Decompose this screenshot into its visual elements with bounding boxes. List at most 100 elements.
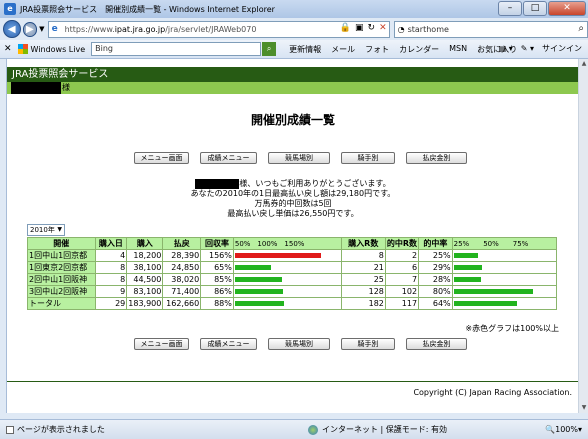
bing-search-input[interactable]: Bing ⌕ bbox=[91, 42, 277, 56]
hit-rate-bar bbox=[451, 273, 558, 286]
name: トータル bbox=[27, 297, 96, 310]
purchase-amount: 183,900 bbox=[126, 297, 164, 310]
internet-zone-icon bbox=[308, 424, 318, 435]
zone-indicator[interactable]: インターネット | 保護モード: 有効 bbox=[308, 424, 447, 435]
lock-icon[interactable]: 🔒 bbox=[340, 23, 351, 33]
history-dropdown-icon[interactable]: ▼ bbox=[39, 25, 44, 33]
year-select[interactable]: 2010年 ▼ bbox=[27, 224, 65, 236]
col-header: 購入 bbox=[126, 237, 164, 250]
menu-button[interactable]: メニュー画面 bbox=[134, 338, 189, 350]
name: 1回中山1回京都 bbox=[27, 249, 96, 262]
by-payout-button[interactable]: 払戻金別 bbox=[406, 152, 467, 164]
return-rate: 86% bbox=[200, 285, 234, 298]
col-header: 的中率 bbox=[418, 237, 453, 250]
chevron-down-icon: ▼ bbox=[57, 226, 62, 233]
tools-menu-icon[interactable]: ✎ ▾ bbox=[521, 44, 534, 53]
vertical-scrollbar[interactable]: ▲ ▼ bbox=[578, 59, 588, 413]
bing-search-go-icon[interactable]: ⌕ bbox=[262, 42, 277, 56]
races-purchased: 8 bbox=[340, 249, 386, 262]
service-banner: JRA投票照会サービス bbox=[7, 67, 578, 82]
user-suffix: 様 bbox=[62, 83, 70, 92]
by-payout-button[interactable]: 払戻金別 bbox=[406, 338, 467, 350]
fav-link[interactable]: MSN bbox=[449, 44, 467, 55]
search-icon[interactable]: ⌕ bbox=[578, 23, 584, 34]
zoom-icon: 🔍 bbox=[545, 425, 556, 434]
favbar-right: ▤ ▾ ✎ ▾ サインイン bbox=[491, 43, 582, 54]
status-bar: ページが表示されました インターネット | 保護モード: 有効 🔍 100% ▾ bbox=[0, 419, 588, 439]
races-purchased: 128 bbox=[340, 285, 386, 298]
address-url: https://www.ipat.jra.go.jp/jra/servlet/J… bbox=[64, 24, 257, 34]
chart-note: ※赤色グラフは100%以上 bbox=[465, 324, 559, 333]
address-bar[interactable]: e https://www.ipat.jra.go.jp/jra/servlet… bbox=[47, 20, 390, 38]
refresh-icon[interactable]: ↻ bbox=[368, 23, 376, 33]
status-left: ページが表示されました bbox=[0, 424, 296, 435]
results-menu-button[interactable]: 成績メニュー bbox=[200, 338, 257, 350]
by-jockey-button[interactable]: 騎手別 bbox=[341, 152, 395, 164]
purchase-amount: 38,100 bbox=[126, 261, 164, 274]
payout-amount: 38,020 bbox=[162, 273, 202, 286]
by-racecourse-button[interactable]: 競馬場別 bbox=[268, 152, 330, 164]
zoom-control[interactable]: 🔍 100% ▾ bbox=[545, 425, 582, 434]
return-rate-bar bbox=[232, 261, 342, 274]
purchase-days: 4 bbox=[94, 249, 128, 262]
windows-live-button[interactable]: Windows Live bbox=[17, 44, 85, 54]
fav-link[interactable]: フォト bbox=[365, 44, 389, 55]
col-header: 購入R数 bbox=[340, 237, 386, 250]
return-rate-bar-fill bbox=[234, 301, 284, 306]
purchase-amount: 18,200 bbox=[126, 249, 164, 262]
search-provider-icon: ◔ bbox=[397, 24, 405, 34]
return-rate-bar bbox=[232, 249, 342, 262]
table-row: トータル 29 183,900 162,660 88% 182 117 64% bbox=[27, 297, 558, 310]
hit-rate-bar bbox=[451, 249, 558, 262]
close-button[interactable]: ✕ bbox=[548, 1, 586, 16]
scroll-down-icon[interactable]: ▼ bbox=[579, 403, 588, 413]
window-title: JRA投票照会サービス 開催別成績一覧 - Windows Internet E… bbox=[20, 4, 275, 14]
results-menu-button[interactable]: 成績メニュー bbox=[200, 152, 257, 164]
hit-rate-bar-fill bbox=[453, 265, 483, 270]
page-content: JRA投票照会サービス 様 開催別成績一覧 メニュー画面 成績メニュー 競馬場別… bbox=[6, 59, 578, 413]
races-hit: 7 bbox=[384, 273, 420, 286]
compat-view-icon[interactable]: ▣ bbox=[355, 23, 364, 33]
races-hit: 102 bbox=[384, 285, 420, 298]
forward-button[interactable]: ▶ bbox=[22, 21, 38, 37]
hit-rate: 64% bbox=[418, 297, 453, 310]
top-button-row: メニュー画面 成績メニュー 競馬場別 騎手別 払戻金別 bbox=[134, 152, 478, 164]
by-jockey-button[interactable]: 騎手別 bbox=[341, 338, 395, 350]
scroll-up-icon[interactable]: ▲ bbox=[579, 59, 588, 69]
menu-button[interactable]: メニュー画面 bbox=[134, 152, 189, 164]
redacted-username bbox=[195, 179, 240, 189]
max-daily-payout-text: あなたの2010年の1日最高払い戻し額は29,180円です。 bbox=[190, 189, 396, 198]
big-win-count-text: 万馬券的中回数は5回 bbox=[254, 199, 332, 208]
copyright: Copyright (C) Japan Racing Association. bbox=[413, 388, 572, 397]
payout-amount: 162,660 bbox=[162, 297, 202, 310]
maximize-button[interactable]: □ bbox=[523, 1, 547, 16]
table-row: 2回中山1回阪神 8 44,500 38,020 85% 25 7 28% bbox=[27, 273, 558, 286]
ie-app-icon: e bbox=[4, 3, 16, 15]
table-header-row: 開催 購入日 購入 払戻 回収率 50% 100% 150% 購入R数 的中R数… bbox=[27, 237, 558, 250]
close-toolbar-icon[interactable]: ✕ bbox=[4, 44, 12, 54]
fav-link[interactable]: カレンダー bbox=[399, 44, 439, 55]
max-unit-payout-text: 最高払い戻し単価は26,550円です。 bbox=[227, 209, 359, 218]
by-racecourse-button[interactable]: 競馬場別 bbox=[268, 338, 330, 350]
fav-link[interactable]: メール bbox=[331, 44, 355, 55]
page-menu-icon[interactable]: ▤ ▾ bbox=[499, 44, 513, 53]
title-bar: e JRA投票照会サービス 開催別成績一覧 - Windows Internet… bbox=[0, 0, 588, 18]
footer-divider bbox=[7, 381, 578, 382]
stop-icon[interactable]: ✕ bbox=[379, 23, 387, 33]
hit-rate-bar-fill bbox=[453, 301, 518, 306]
hit-rate: 80% bbox=[418, 285, 453, 298]
table-row: 1回東京2回京都 8 38,100 24,850 65% 21 6 29% bbox=[27, 261, 558, 274]
favorites-bar: ✕ Windows Live Bing ⌕ 更新情報 メール フォト カレンダー … bbox=[0, 40, 588, 59]
minimize-button[interactable]: – bbox=[498, 1, 522, 16]
col-header: 回収率 bbox=[200, 237, 234, 250]
table-row: 3回中山2回阪神 9 83,100 71,400 86% 128 102 80% bbox=[27, 285, 558, 298]
col-header: 払戻 bbox=[162, 237, 202, 250]
search-text: starthome bbox=[407, 24, 449, 34]
fav-link[interactable]: 更新情報 bbox=[289, 44, 321, 55]
signin-link[interactable]: サインイン bbox=[542, 43, 582, 54]
back-button[interactable]: ◀ bbox=[3, 20, 21, 38]
search-box[interactable]: ◔ starthome ⌕ bbox=[393, 20, 588, 38]
races-hit: 117 bbox=[384, 297, 420, 310]
status-text: ページが表示されました bbox=[17, 425, 105, 434]
col-header: 的中R数 bbox=[384, 237, 420, 250]
